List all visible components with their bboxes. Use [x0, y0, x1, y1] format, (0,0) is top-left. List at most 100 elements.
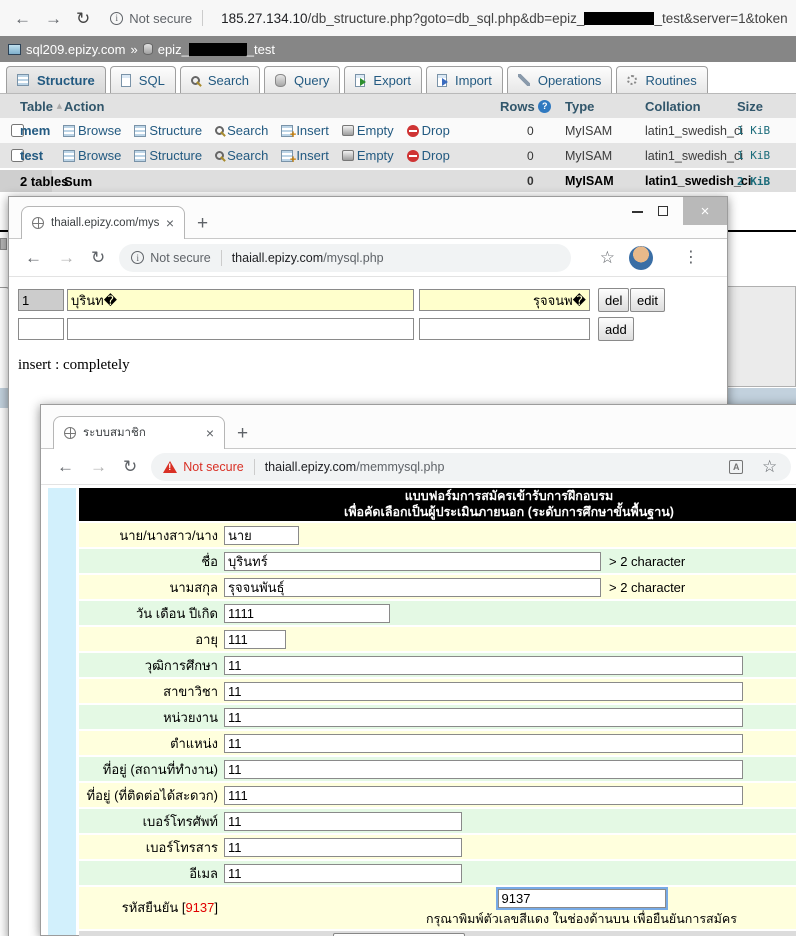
tab-strip: thaiall.epizy.com/mysql.php: [9, 197, 727, 239]
col-header-collation[interactable]: Collation: [645, 94, 701, 118]
form-row-title-prefix: นาย/นางสาว/นาง: [79, 523, 796, 547]
forward-icon[interactable]: [90, 458, 107, 475]
add-button[interactable]: add: [598, 317, 634, 341]
col-header-type[interactable]: Type: [565, 94, 594, 118]
tab-routines[interactable]: Routines: [616, 66, 707, 93]
browse-link[interactable]: Browse: [63, 123, 121, 138]
form-row-position: ตำแหน่ง: [79, 731, 796, 755]
back-icon[interactable]: [57, 458, 74, 475]
menu-dots-icon[interactable]: [683, 250, 699, 266]
lastname-field[interactable]: [224, 578, 601, 597]
major-field[interactable]: [224, 682, 743, 701]
url-suffix: _test&server=1&token: [654, 11, 787, 26]
forward-icon[interactable]: [45, 10, 62, 27]
education-field[interactable]: [224, 656, 743, 675]
browser-tab[interactable]: thaiall.epizy.com/mysql.php: [21, 206, 185, 240]
address-bar[interactable]: Not secure thaiall.epizy.com/memmysql.ph…: [151, 453, 791, 481]
reload-icon[interactable]: [123, 458, 137, 475]
verify-code-field[interactable]: [498, 889, 666, 908]
table-name[interactable]: test: [20, 143, 43, 168]
reload-icon[interactable]: [91, 249, 105, 266]
new-surname-field[interactable]: [419, 318, 590, 340]
back-icon[interactable]: [14, 10, 31, 27]
reload-icon[interactable]: [76, 10, 90, 27]
sort-asc-icon[interactable]: [57, 101, 63, 112]
fax-field[interactable]: [224, 838, 462, 857]
not-secure-label[interactable]: Not secure: [129, 11, 192, 26]
info-icon[interactable]: [110, 12, 123, 25]
search-icon: [215, 151, 224, 160]
url-path: /db_structure.php?goto=db_sql.php&db=epi…: [307, 11, 584, 26]
col-header-size[interactable]: Size: [737, 94, 763, 118]
forward-icon[interactable]: [58, 249, 75, 266]
del-button[interactable]: del: [598, 288, 629, 312]
profile-avatar[interactable]: [629, 246, 653, 270]
contact-address-field[interactable]: [224, 786, 743, 805]
edit-button[interactable]: edit: [630, 288, 665, 312]
url-host: thaiall.epizy.com: [232, 251, 323, 265]
new-tab-icon[interactable]: [237, 424, 248, 443]
record-name-field[interactable]: [67, 289, 414, 311]
search-link[interactable]: Search: [215, 148, 268, 163]
firstname-field[interactable]: [224, 552, 601, 571]
birthdate-field[interactable]: [224, 604, 390, 623]
maximize-icon[interactable]: [658, 206, 668, 216]
translate-icon[interactable]: [729, 460, 743, 474]
help-icon[interactable]: [538, 100, 551, 113]
browse-icon: [63, 150, 75, 162]
breadcrumb-server[interactable]: sql209.epizy.com: [26, 42, 125, 57]
phone-field[interactable]: [224, 812, 462, 831]
info-icon[interactable]: [131, 251, 144, 264]
sum-label: Sum: [64, 170, 92, 192]
record-id-field[interactable]: [18, 289, 64, 311]
structure-link[interactable]: Structure: [134, 148, 202, 163]
tab-sql[interactable]: SQL: [110, 66, 176, 93]
new-tab-icon[interactable]: [197, 214, 208, 233]
tab-structure[interactable]: Structure: [6, 66, 106, 93]
tab-export[interactable]: Export: [344, 66, 422, 93]
address-bar[interactable]: Not secure thaiall.epizy.com/mysql.php: [119, 244, 571, 272]
back-icon[interactable]: [25, 249, 42, 266]
breadcrumb-database[interactable]: epiz__test: [158, 42, 275, 57]
record-surname-field[interactable]: [419, 289, 590, 311]
tab-search[interactable]: Search: [180, 66, 260, 93]
server-icon: [8, 44, 21, 55]
browser-tab[interactable]: ระบบสมาชิก: [53, 416, 225, 450]
work-address-field[interactable]: [224, 760, 743, 779]
new-id-field[interactable]: [18, 318, 64, 340]
minimize-icon[interactable]: [632, 211, 643, 213]
empty-link[interactable]: Empty: [342, 123, 394, 138]
insert-link[interactable]: Insert: [281, 123, 329, 138]
search-link[interactable]: Search: [215, 123, 268, 138]
printer-icon: [0, 238, 7, 250]
drop-link[interactable]: Drop: [407, 123, 450, 138]
bookmark-star-icon[interactable]: [600, 249, 615, 266]
address-url[interactable]: 185.27.134.10/db_structure.php?goto=db_s…: [221, 11, 788, 26]
email-field[interactable]: [224, 864, 462, 883]
age-field[interactable]: [224, 630, 286, 649]
position-field[interactable]: [224, 734, 743, 753]
export-icon: [355, 74, 365, 87]
organization-field[interactable]: [224, 708, 743, 727]
bookmark-star-icon[interactable]: [762, 458, 777, 475]
new-name-field[interactable]: [67, 318, 414, 340]
tab-operations[interactable]: Operations: [507, 66, 613, 93]
title-prefix-field[interactable]: [224, 526, 299, 545]
tab-query[interactable]: Query: [264, 66, 340, 93]
tab-close-icon[interactable]: [166, 216, 174, 230]
empty-link[interactable]: Empty: [342, 148, 394, 163]
insert-link[interactable]: Insert: [281, 148, 329, 163]
browse-link[interactable]: Browse: [63, 148, 121, 163]
window-close-button[interactable]: [683, 197, 727, 225]
browser-toolbar: Not secure thaiall.epizy.com/mysql.php: [9, 239, 727, 277]
row-count: 0: [527, 118, 534, 143]
drop-link[interactable]: Drop: [407, 148, 450, 163]
form-footer: ยืนยันการลงทะเบียน: [79, 931, 796, 936]
structure-link[interactable]: Structure: [134, 123, 202, 138]
form-row-lastname: นามสกุล > 2 character: [79, 575, 796, 599]
table-name[interactable]: mem: [20, 118, 50, 143]
col-header-table[interactable]: Table: [20, 94, 62, 118]
tab-import[interactable]: Import: [426, 66, 503, 93]
query-icon: [275, 74, 286, 87]
tab-close-icon[interactable]: [206, 426, 214, 440]
